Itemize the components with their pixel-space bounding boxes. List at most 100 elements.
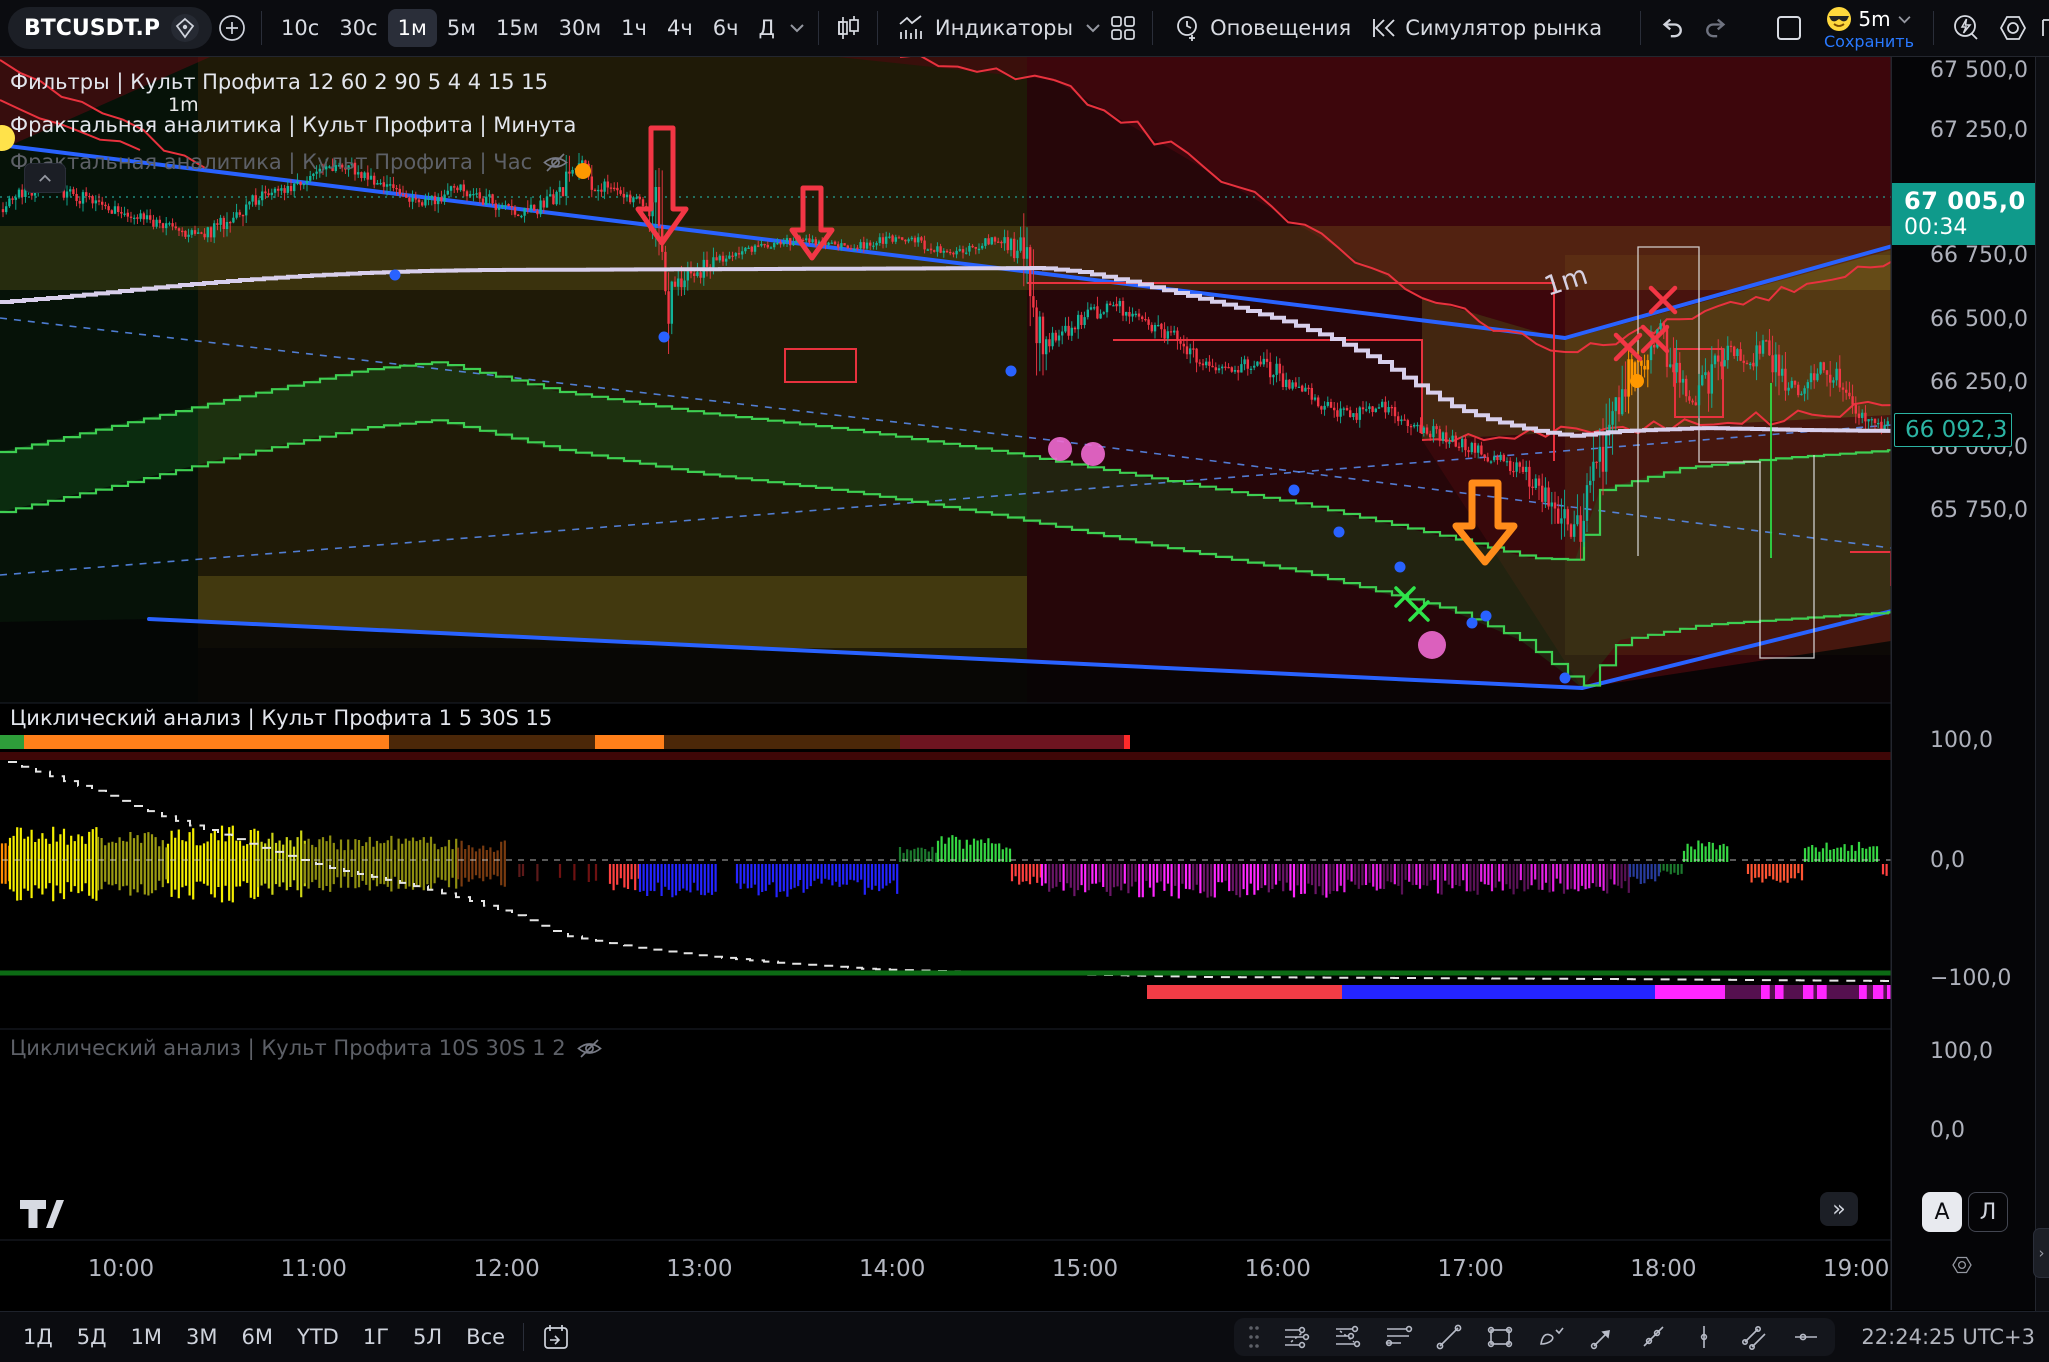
drawing-tool-arrow-marker[interactable] bbox=[1587, 1322, 1617, 1352]
layout-chevron-icon bbox=[1897, 15, 1912, 24]
time-label: 13:00 bbox=[666, 1256, 732, 1282]
pane2-graphics bbox=[0, 735, 1897, 999]
time-label: 19:00 bbox=[1823, 1256, 1889, 1282]
quick-search-button[interactable] bbox=[1943, 7, 1989, 49]
redo-button[interactable] bbox=[1694, 8, 1738, 48]
range-6М[interactable]: 6М bbox=[233, 1320, 282, 1354]
drag-handle-icon[interactable] bbox=[1248, 1324, 1260, 1350]
range-3М[interactable]: 3М bbox=[177, 1320, 226, 1354]
drawing-tool-lines-preset-2[interactable] bbox=[1332, 1322, 1362, 1352]
legend-cyclic-1[interactable]: Циклический анализ | Культ Профита 1 5 3… bbox=[10, 706, 552, 730]
save-button[interactable]: Сохранить bbox=[1824, 34, 1914, 50]
drawing-tool-lines-preset-1[interactable] bbox=[1281, 1322, 1311, 1352]
top-toolbar: BTCUSDT.P 10с30с1м5м15м30м1ч4ч6чД Индика… bbox=[0, 0, 2049, 57]
toolbar-separator bbox=[1933, 11, 1934, 45]
go-to-date-button[interactable] bbox=[533, 1318, 579, 1356]
settings-hexagon-button[interactable] bbox=[1989, 7, 2037, 49]
timeframe-6ч[interactable]: 6ч bbox=[703, 9, 749, 47]
legend-fractal-hour-label: Фрактальная аналитика | Культ Профита | … bbox=[10, 150, 532, 174]
replay-button[interactable]: Симулятор рынка bbox=[1361, 10, 1612, 46]
range-Все[interactable]: Все bbox=[457, 1320, 514, 1354]
clock-timezone[interactable]: 22:24:25 UTC+3 bbox=[1861, 1325, 2035, 1349]
symbol-button[interactable]: BTCUSDT.P bbox=[8, 7, 212, 49]
compare-add-button[interactable] bbox=[212, 8, 252, 48]
time-label: 14:00 bbox=[859, 1256, 925, 1282]
drawing-tool-rectangle[interactable] bbox=[1485, 1322, 1515, 1352]
legend-fractal-minute-label: Фрактальная аналитика | Культ Профита | … bbox=[10, 113, 576, 137]
price-tick: 66 750,0 bbox=[1930, 243, 2028, 268]
tradingview-window: BTCUSDT.P 10с30с1м5м15м30м1ч4ч6чД Индика… bbox=[0, 0, 2049, 1362]
drawing-tool-horizontal-lines[interactable] bbox=[1383, 1322, 1413, 1352]
timeframe-group: 10с30с1м5м15м30м1ч4ч6чД bbox=[271, 9, 785, 47]
drawing-tool-horizontal-ray[interactable] bbox=[1791, 1322, 1821, 1352]
range-1Г[interactable]: 1Г bbox=[354, 1320, 398, 1354]
legend-cyclic-2[interactable]: Циклический анализ | Культ Профита 10S 3… bbox=[10, 1036, 603, 1060]
price-tick: 66 500,0 bbox=[1930, 307, 2028, 332]
time-label: 15:00 bbox=[1052, 1256, 1118, 1282]
timeframe-dropdown-button[interactable] bbox=[785, 17, 809, 39]
timeframe-1ч[interactable]: 1ч bbox=[611, 9, 657, 47]
timeframe-5м[interactable]: 5м bbox=[437, 9, 486, 47]
drawing-tool-brush[interactable] bbox=[1536, 1322, 1566, 1352]
timeframe-10с[interactable]: 10с bbox=[271, 9, 329, 47]
indicator-scale-tick: 0,0 bbox=[1930, 1118, 1965, 1143]
toolbar-separator bbox=[523, 1323, 524, 1351]
range-5Д[interactable]: 5Д bbox=[68, 1320, 116, 1354]
time-label: 10:00 bbox=[88, 1256, 154, 1282]
undo-button[interactable] bbox=[1650, 8, 1694, 48]
legend-fractal-hour[interactable]: Фрактальная аналитика | Культ Профита | … bbox=[10, 150, 569, 174]
time-axis-settings-button[interactable] bbox=[1944, 1248, 1980, 1282]
legend-cyclic-2-label: Циклический анализ | Культ Профита 10S 3… bbox=[10, 1036, 566, 1060]
time-label: 18:00 bbox=[1630, 1256, 1696, 1282]
indicators-button[interactable]: Индикаторы bbox=[887, 8, 1083, 48]
eye-off-icon[interactable] bbox=[576, 1037, 603, 1060]
timeframe-1м[interactable]: 1м bbox=[388, 9, 437, 47]
timeframe-4ч[interactable]: 4ч bbox=[657, 9, 703, 47]
legend-filters[interactable]: Фильтры | Культ Профита 12 60 2 90 5 4 4… bbox=[10, 70, 548, 94]
timeframe-Д[interactable]: Д bbox=[749, 9, 785, 47]
bottom-toolbar: 1Д5Д1М3М6МYTD1Г5ЛВсе 22:24:25 UTC+3 bbox=[0, 1311, 2049, 1362]
symbol-label: BTCUSDT.P bbox=[24, 16, 160, 41]
open-watchlist-tab[interactable]: › bbox=[2033, 1228, 2049, 1278]
current-price-value: 67 005,0 bbox=[1904, 187, 2036, 215]
favorite-drawings-panel bbox=[1234, 1318, 1835, 1356]
drawing-tool-ray[interactable] bbox=[1638, 1322, 1668, 1352]
range-YTD[interactable]: YTD bbox=[288, 1320, 348, 1354]
drawing-tool-trend-line[interactable] bbox=[1434, 1322, 1464, 1352]
chart-type-button[interactable] bbox=[828, 8, 868, 48]
price-scale[interactable]: 67 005,0 00:34 66 092,3 67 500,067 250,0… bbox=[1891, 57, 2036, 1310]
range-1М[interactable]: 1М bbox=[122, 1320, 171, 1354]
legend-collapse-button[interactable] bbox=[24, 163, 66, 193]
layout-window-button[interactable] bbox=[1764, 7, 1814, 49]
tradingview-logo[interactable] bbox=[18, 1196, 64, 1236]
toolbar-separator bbox=[1640, 11, 1641, 45]
eye-off-icon[interactable] bbox=[542, 151, 569, 174]
maximize-pane-button[interactable]: » bbox=[1820, 1192, 1858, 1226]
time-label: 16:00 bbox=[1245, 1256, 1311, 1282]
time-label: 12:00 bbox=[473, 1256, 539, 1282]
current-price-badge: 67 005,0 00:34 bbox=[1892, 183, 2036, 245]
layout-save-cluster[interactable]: 5m Сохранить bbox=[1824, 6, 1914, 50]
timeframe-30с[interactable]: 30с bbox=[329, 9, 387, 47]
price-tick: 65 750,0 bbox=[1930, 498, 2028, 523]
chart-canvas[interactable]: 1m bbox=[0, 0, 2049, 1362]
replay-label: Симулятор рынка bbox=[1405, 16, 1602, 40]
price-tick: 66 250,0 bbox=[1930, 370, 2028, 395]
symbol-diamond-icon bbox=[170, 13, 200, 43]
indicator-scale-tick: 0,0 bbox=[1930, 848, 1965, 873]
alerts-button[interactable]: Оповещения bbox=[1162, 7, 1361, 49]
legend-filters-label: Фильтры | Культ Профита 12 60 2 90 5 4 4… bbox=[10, 70, 548, 94]
auto-scale-button[interactable]: А bbox=[1922, 1192, 1962, 1232]
indicator-scale-tick: 100,0 bbox=[1930, 1039, 1993, 1064]
legend-fractal-minute[interactable]: Фрактальная аналитика | Культ Профита | … bbox=[10, 113, 576, 137]
drawing-tool-parallel-channel[interactable] bbox=[1740, 1322, 1770, 1352]
layout-grid-button[interactable] bbox=[1103, 8, 1143, 48]
range-5Л[interactable]: 5Л bbox=[404, 1320, 451, 1354]
timeframe-30м[interactable]: 30м bbox=[549, 9, 612, 47]
indicators-dropdown-button[interactable] bbox=[1083, 17, 1103, 39]
drawing-tool-vertical-line[interactable] bbox=[1689, 1322, 1719, 1352]
timeframe-15м[interactable]: 15м bbox=[486, 9, 549, 47]
price-tick: 67 500,0 bbox=[1930, 58, 2028, 83]
range-1Д[interactable]: 1Д bbox=[14, 1320, 62, 1354]
log-scale-button[interactable]: Л bbox=[1968, 1192, 2008, 1232]
